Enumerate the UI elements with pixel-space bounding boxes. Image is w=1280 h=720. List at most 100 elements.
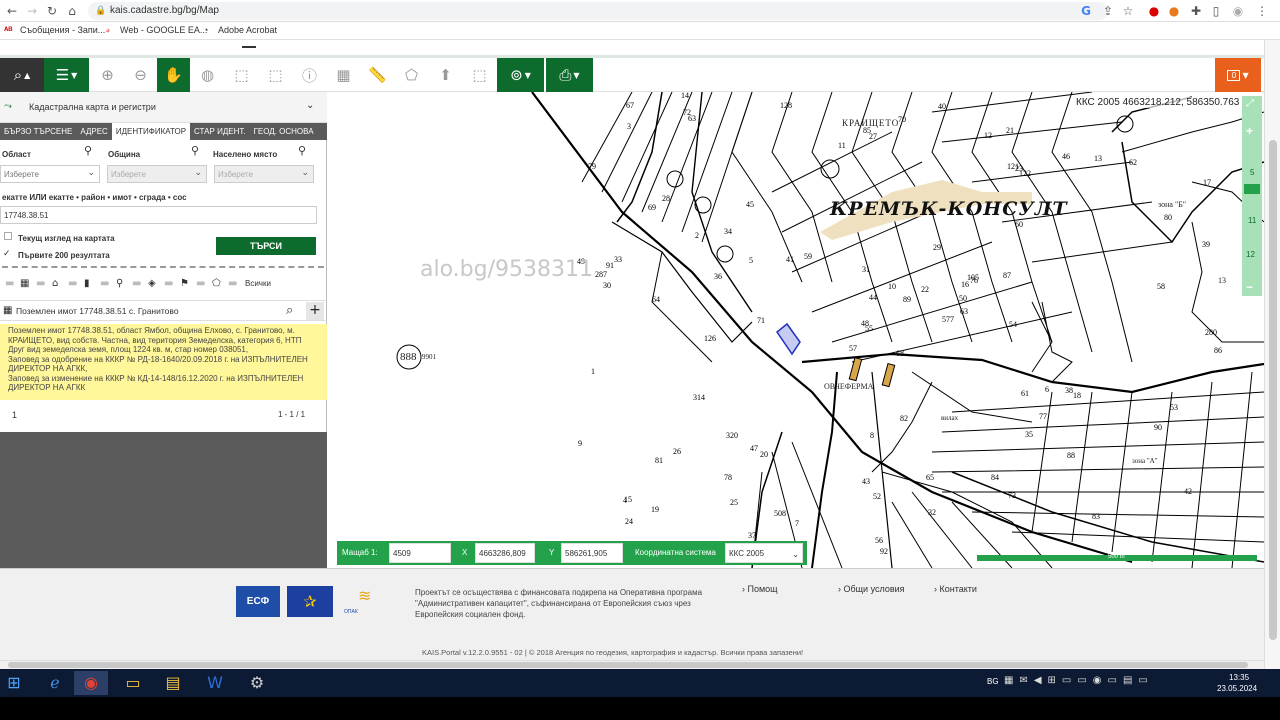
basket-button[interactable]: 0 ▼ (1215, 58, 1261, 92)
page-number[interactable]: 1 (12, 410, 17, 420)
chevron-down-icon[interactable]: ⌄ (306, 100, 314, 111)
highlighted-parcel[interactable] (775, 322, 801, 356)
y-input[interactable]: 586261,905 (561, 543, 623, 563)
info-button[interactable]: ⓘ (293, 58, 326, 92)
area-button[interactable]: ⬠ (395, 58, 428, 92)
parcel-number-label: 62 (1129, 158, 1137, 167)
search-button[interactable]: ТЪРСИ (216, 237, 316, 255)
zoom-in-button[interactable]: ⊕ (91, 58, 124, 92)
notes-icon[interactable]: ▭ (116, 671, 150, 695)
polygon-filter-icon[interactable]: ⬠ (212, 278, 221, 289)
sidepanel-icon[interactable]: ▯ (1208, 3, 1224, 19)
grid-filter-icon[interactable]: ▦ (20, 278, 29, 289)
minimize-icon[interactable] (242, 40, 256, 48)
zoom-minus-icon[interactable]: − (1246, 280, 1253, 294)
x-input[interactable]: 4663286,809 (475, 543, 535, 563)
cadastral-map[interactable]: 6869551516202123577636417576066292659242… (332, 92, 1264, 568)
zoom-slider[interactable]: ⤢ + 5 11 12 − (1242, 96, 1262, 296)
building-filter-icon[interactable]: ▮ (84, 278, 90, 289)
result-header[interactable]: ▦ Поземлен имот 17748.38.51 с. Гранитово… (0, 300, 327, 321)
pan-button[interactable]: ✋ (157, 58, 190, 92)
bookmark-google-ea[interactable]: Web - GOOGLE EA... (120, 25, 207, 35)
help-link[interactable]: › Помощ (742, 584, 778, 594)
tray-icons[interactable]: ▦✉◀⊞▭▭◉▭▤▭ (1004, 675, 1154, 686)
layers-filter-icon[interactable]: ◈ (148, 278, 156, 289)
puzzle-icon[interactable]: ✚ (1188, 3, 1204, 19)
location-button[interactable]: ⊚ ▼ (497, 58, 544, 92)
forward-icon[interactable]: → (24, 3, 40, 19)
app-icon[interactable]: ⚙ (240, 671, 274, 695)
filter-all-label[interactable]: Всички (245, 279, 271, 288)
system-select[interactable]: ККС 2005 ⌄ (725, 543, 803, 563)
search-tool-button[interactable]: ⌕ ▲ (0, 58, 44, 92)
panel-empty-area (0, 432, 327, 568)
map-canvas[interactable]: 6869551516202123577636417576066292659242… (332, 92, 1264, 568)
chrome-icon[interactable]: ◉ (74, 671, 108, 695)
tab-quick-search[interactable]: БЪРЗО ТЪРСЕНЕ (0, 123, 76, 140)
location-pin-icon[interactable]: ⚲ (84, 144, 92, 157)
flag-filter-icon[interactable]: ⚑ (180, 278, 189, 289)
pin-filter-icon[interactable]: ⚲ (116, 278, 123, 289)
internet-explorer-icon[interactable]: ℯ (38, 671, 72, 695)
ekatte-input[interactable]: 17748.38.51 (0, 206, 317, 224)
vertical-scroll-thumb[interactable] (1269, 140, 1277, 640)
globe-button[interactable]: ◍ (191, 58, 224, 92)
extension-icon[interactable]: ● (1146, 3, 1162, 19)
obshtina-select[interactable]: Изберете ⌄ (107, 165, 207, 183)
next-extent-button[interactable]: ⬚ (259, 58, 292, 92)
first200-checkbox[interactable]: ✓ (3, 249, 11, 259)
oblast-select[interactable]: Изберете ⌄ (0, 165, 100, 183)
project-text-line: "Административен капацитет", съфинансира… (415, 599, 691, 608)
location-pin-icon[interactable]: ⚲ (191, 144, 199, 157)
extension2-icon[interactable]: ● (1166, 3, 1182, 19)
tab-address[interactable]: АДРЕС (76, 123, 111, 140)
bookmark-messages[interactable]: Съобщения - Запи... (20, 25, 105, 35)
fullscreen-icon[interactable]: ⤢ (1246, 98, 1254, 109)
scale-input[interactable]: 4509 (389, 543, 451, 563)
zoom-plus-icon[interactable]: + (1246, 124, 1253, 138)
print-button[interactable]: ⎙ ▼ (546, 58, 593, 92)
tab-geodetic[interactable]: ГЕОД. ОСНОВА (250, 123, 318, 140)
prev-extent-button[interactable]: ⬚ (225, 58, 258, 92)
add-button[interactable]: + (306, 302, 324, 320)
select-button[interactable]: ⬚ (463, 58, 496, 92)
explorer-icon[interactable]: ▤ (156, 671, 190, 695)
current-view-checkbox[interactable] (4, 232, 12, 240)
tab-identifier[interactable]: ИДЕНТИФИКАТОР (111, 123, 191, 140)
eu-flag-icon: ✰ (287, 586, 333, 617)
back-icon[interactable]: ← (4, 3, 20, 19)
profile-icon[interactable]: ◉ (1230, 3, 1246, 19)
tab-old-identifier[interactable]: СТАР ИДЕНТ. (190, 123, 250, 140)
bookmark-acrobat[interactable]: Adobe Acrobat (218, 25, 277, 35)
google-icon[interactable]: G (1078, 3, 1094, 19)
language-indicator[interactable]: BG (987, 677, 999, 686)
address-bar[interactable]: 🔒 kais.cadastre.bg/bg/Map (88, 2, 1108, 20)
horizontal-scroll-thumb[interactable] (8, 662, 1248, 668)
layers-button[interactable]: ☰ ▼ (44, 58, 89, 92)
parcel-number-label: 22 (921, 285, 929, 294)
grid-button[interactable]: ▦ (327, 58, 360, 92)
home-filter-icon[interactable]: ⌂ (52, 278, 58, 289)
word-icon[interactable]: W (198, 671, 232, 695)
share-icon[interactable]: ⇪ (1100, 3, 1116, 19)
horizontal-scrollbar[interactable] (0, 660, 1264, 669)
start-icon[interactable]: ⊞ (0, 671, 28, 695)
zoom-handle[interactable] (1244, 184, 1260, 194)
reload-icon[interactable]: ↻ (44, 3, 60, 19)
layer-header[interactable]: ⤳ Кадастрална карта и регистри ⌄ (0, 92, 327, 123)
contacts-link[interactable]: › Контакти (934, 584, 977, 594)
terms-link[interactable]: › Общи условия (838, 584, 905, 594)
dash-icon: ▬ (228, 278, 238, 289)
parcel-number-label: 105 (967, 273, 979, 282)
parcel-number-label: 40 (938, 102, 946, 111)
home-icon[interactable]: ⌂ (64, 3, 80, 19)
star-icon[interactable]: ☆ (1120, 3, 1136, 19)
location-pin-icon[interactable]: ⚲ (298, 144, 306, 157)
zoom-out-button[interactable]: ⊖ (124, 58, 157, 92)
vertical-scrollbar[interactable] (1264, 40, 1280, 669)
menu-dots-icon[interactable]: ⋮ (1254, 3, 1270, 19)
zoom-to-result-icon[interactable]: ⌕ (286, 303, 293, 318)
upload-button[interactable]: ⬆ (429, 58, 462, 92)
naseleno-select[interactable]: Изберете ⌄ (214, 165, 314, 183)
measure-button[interactable]: 📏 (361, 58, 394, 92)
